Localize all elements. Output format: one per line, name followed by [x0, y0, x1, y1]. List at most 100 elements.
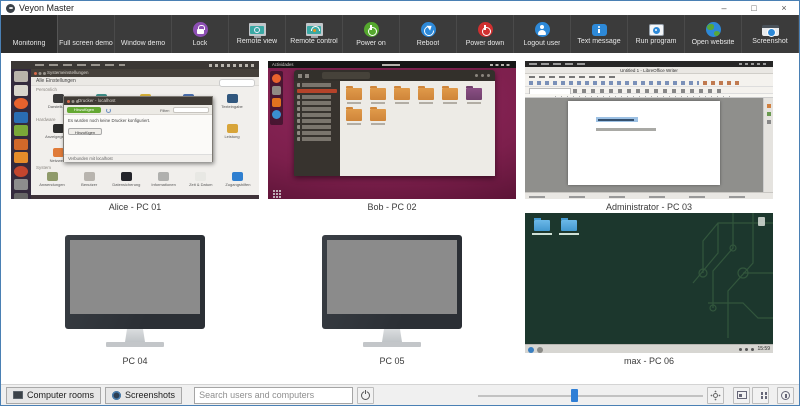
toolbar-button-label: Power on — [356, 40, 386, 47]
toolbar-button-label: Monitoring — [13, 40, 46, 47]
computer-thumbnail-pc04[interactable]: PC 04 — [11, 213, 259, 366]
screenshots-icon — [112, 391, 121, 400]
powered-on-filter-button[interactable] — [357, 387, 374, 404]
grid-icon — [761, 392, 764, 395]
writer-statusbar — [525, 192, 773, 199]
computer-thumbnail-bob[interactable]: Actividades Bob - PC 02 — [268, 61, 516, 212]
settings-icon: Anwendungen — [35, 172, 69, 187]
reboot-icon — [421, 21, 436, 38]
monitor-fit-icon — [737, 391, 747, 399]
computer-thumbnail-max[interactable]: 15:59 max - PC 06 — [525, 213, 773, 366]
administrator-screen-preview: Untitled 1 - LibreOffice Writer — [525, 61, 773, 199]
close-button[interactable]: × — [769, 1, 799, 15]
max-folder-icon — [561, 220, 577, 231]
computer-label: max - PC 06 — [525, 356, 773, 366]
max-taskbar: 15:59 — [525, 344, 773, 353]
view-options-group — [707, 387, 794, 404]
info-circle-icon — [781, 391, 790, 400]
toolbar-button-label: Lock — [193, 40, 208, 47]
alice-menubar — [11, 61, 259, 69]
max-folder-icon — [534, 220, 550, 231]
toolbar-button-power-down[interactable]: Power down — [457, 15, 514, 53]
toolbar-button-reboot[interactable]: Reboot — [400, 15, 457, 53]
adjust-icon-size-button[interactable] — [707, 387, 724, 404]
offline-monitor — [11, 213, 259, 353]
remote-view-icon — [249, 23, 266, 36]
toolbar-button-remote-control[interactable]: Remote control — [286, 15, 343, 53]
bob-files-window — [294, 70, 495, 176]
computer-thumbnail-administrator[interactable]: Untitled 1 - LibreOffice Writer Administ… — [525, 61, 773, 212]
alice-printer-status: Verbunden mit localhost — [64, 154, 212, 162]
toolbar-button-label: Power down — [466, 40, 505, 47]
toolbar-button-label: Text message — [577, 38, 620, 45]
alice-launcher — [11, 69, 31, 199]
bob-activities-label: Actividades — [272, 62, 293, 67]
power-icon — [361, 391, 370, 400]
search-input[interactable] — [194, 387, 353, 404]
toolbar-button-screenshot[interactable]: Screenshot — [742, 15, 799, 53]
toolbar-button-remote-view[interactable]: Remote view — [229, 15, 286, 53]
computer-label: Alice - PC 01 — [11, 202, 259, 212]
max-system-tray: 15:59 — [739, 345, 770, 353]
toolbar-button-label: Logout user — [524, 40, 561, 47]
bob-files-headerbar — [294, 70, 495, 81]
writer-format-toolbar — [525, 87, 773, 94]
minimize-button[interactable]: – — [709, 1, 739, 15]
toolbar-button-label: Full screen demo — [59, 40, 113, 47]
alice-printer-message: Es wurden noch keine Drucker konfigurier… — [64, 115, 212, 123]
alice-section-system: System — [36, 165, 51, 170]
slider-track — [478, 395, 703, 397]
window-title: Veyon Master — [19, 3, 74, 13]
offline-monitor — [268, 213, 516, 353]
about-button[interactable] — [777, 387, 794, 404]
toolbar-button-logout-user[interactable]: Logout user — [514, 15, 571, 53]
monitoring-icon — [22, 21, 37, 38]
veyon-master-window: Veyon Master – □ × Monitoring Full screen… — [0, 0, 800, 406]
settings-icon: Zeit & Datum — [184, 172, 218, 187]
settings-icon: Texteingabe — [215, 94, 249, 109]
toolbar-button-label: Open website — [692, 39, 735, 46]
custom-arrangement-button[interactable] — [752, 387, 769, 404]
open-website-icon — [706, 22, 721, 37]
alice-filter-box — [173, 107, 209, 113]
toolbar-button-lock[interactable]: Lock — [172, 15, 229, 53]
toolbar-button-monitoring[interactable]: Monitoring — [1, 15, 58, 53]
toolbar-button-label: Remote view — [237, 38, 277, 45]
logout-user-icon — [535, 21, 550, 38]
window-demo-icon — [136, 21, 151, 38]
auto-fit-button[interactable] — [733, 387, 750, 404]
alice-settings-title: Systemeinstellungen — [31, 69, 259, 77]
computer-thumbnail-pc05[interactable]: PC 05 — [268, 213, 516, 366]
computer-rooms-button[interactable]: Computer rooms — [6, 387, 101, 404]
alice-refresh-icon — [106, 108, 111, 113]
max-screen-preview: 15:59 — [525, 213, 773, 353]
writer-selected-text — [596, 117, 638, 122]
toolbar-button-open-website[interactable]: Open website — [685, 15, 742, 53]
window-controls: – □ × — [709, 1, 799, 15]
alice-filter-label: Filter: — [160, 108, 170, 113]
fullscreen-demo-icon — [79, 21, 94, 38]
toolbar-button-text-message[interactable]: Text message — [571, 15, 628, 53]
writer-page — [568, 101, 720, 185]
writer-toolbar — [525, 79, 773, 87]
toolbar-button-label: Reboot — [417, 40, 440, 47]
settings-icon: Leistung — [215, 124, 249, 139]
slider-handle[interactable] — [571, 389, 578, 402]
alice-printer-dialog-title: Drucker - localhost — [64, 97, 212, 105]
max-widget-icon — [758, 217, 765, 226]
bob-topbar: Actividades — [268, 61, 516, 68]
toolbar-button-power-on[interactable]: Power on — [343, 15, 400, 53]
thumbnail-size-slider[interactable] — [478, 387, 703, 404]
computer-thumbnail-alice[interactable]: Systemeinstellungen Alle Einstellungen P… — [11, 61, 259, 212]
bob-dock — [270, 71, 283, 125]
alice-add-printer-button: Hinzufügen — [67, 107, 101, 113]
toolbar-button-full-screen-demo[interactable]: Full screen demo — [58, 15, 115, 53]
toolbar-button-run-program[interactable]: Run program — [628, 15, 685, 53]
writer-text-line — [596, 128, 656, 131]
screenshots-button[interactable]: Screenshots — [105, 387, 182, 404]
bob-screen-preview: Actividades — [268, 61, 516, 199]
toolbar-button-window-demo[interactable]: Window demo — [115, 15, 172, 53]
screenshot-icon — [762, 25, 779, 36]
maximize-button[interactable]: □ — [739, 1, 769, 15]
toolbar-button-label: Window demo — [121, 40, 165, 47]
